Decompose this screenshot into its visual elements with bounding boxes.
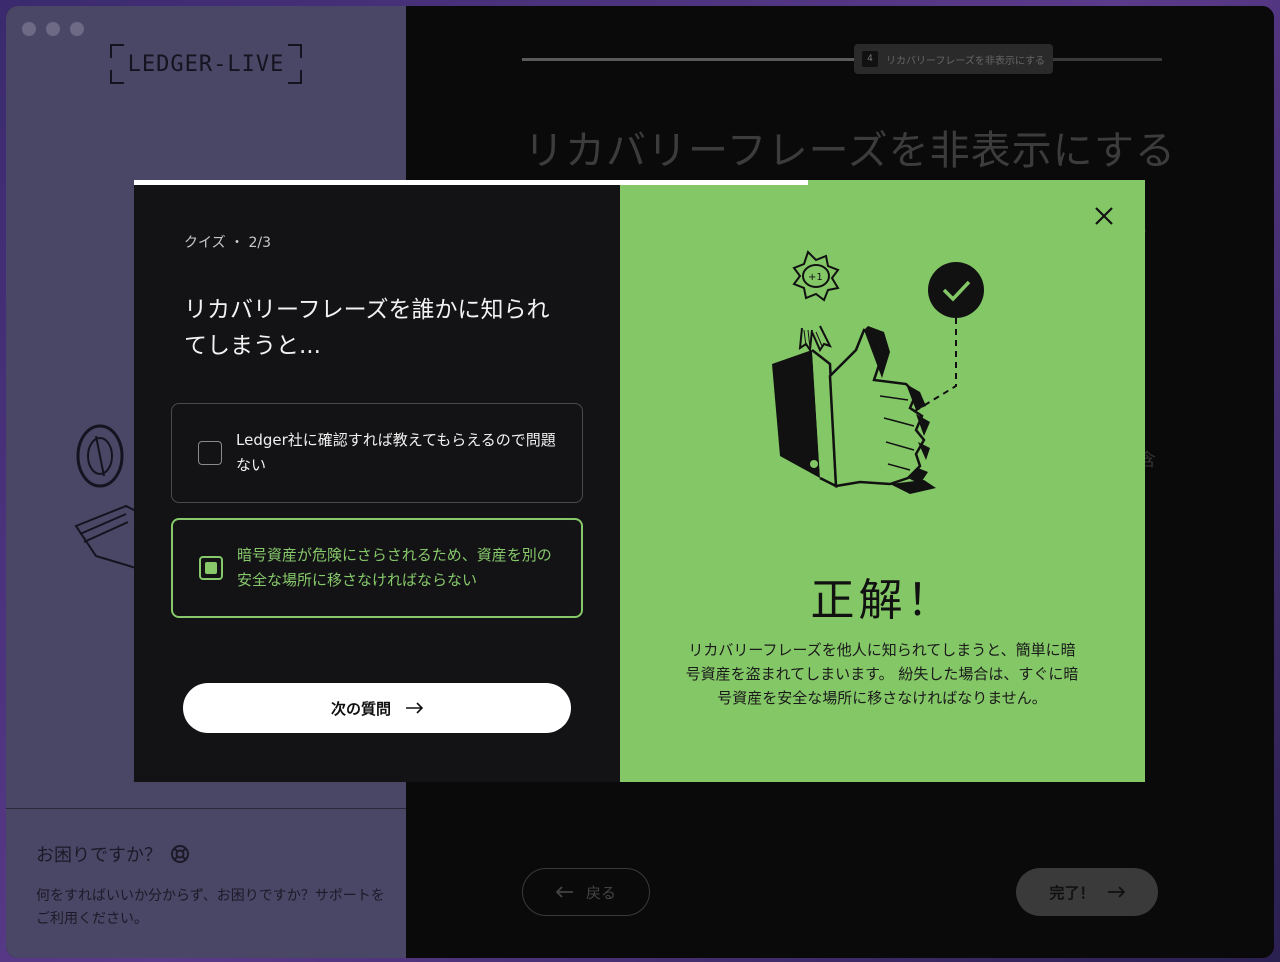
done-button[interactable]: 完了！ [1016, 868, 1158, 916]
result-panel: +1 正解！ リカバリーフレーズを他人に知られてしまうと、簡単に暗号資産を盗まれ… [620, 180, 1145, 782]
arrow-right-icon [1107, 886, 1125, 898]
quiz-option-2[interactable]: 暗号資産が危険にさらされるため、資産を別の安全な場所に移さなければならない [171, 518, 583, 618]
option-checkbox-checked[interactable] [199, 556, 223, 580]
step-number: 4 [862, 51, 878, 67]
window-controls [22, 22, 84, 36]
logo-text: LEDGER-LIVE [127, 51, 285, 77]
back-label: 戻る [585, 883, 616, 902]
quiz-counter: クイズ ・ 2/3 [184, 235, 272, 251]
page-title: リカバリーフレーズを非表示にする [524, 128, 1176, 174]
result-title: 正解！ [810, 575, 955, 626]
onboarding-progress [522, 58, 1162, 61]
next-question-button[interactable]: 次の質問 [183, 683, 571, 733]
quiz-modal: クイズ ・ 2/3 リカバリーフレーズを誰かに知られてしまうと... Ledge… [134, 180, 1145, 782]
quiz-question: リカバリーフレーズを誰かに知られてしまうと... [184, 297, 550, 359]
help-title[interactable]: お困りですか？ [36, 841, 376, 867]
award-badge-text: +1 [808, 272, 823, 283]
option-text: 暗号資産が危険にさらされるため、資産を別の安全な場所に移さなければならない [237, 546, 552, 589]
quiz-progress-bar [134, 180, 809, 185]
result-explanation: リカバリーフレーズを他人に知られてしまうと、簡単に暗号資産を盗まれてしまいます。… [685, 641, 1079, 707]
quiz-panel: クイズ ・ 2/3 リカバリーフレーズを誰かに知られてしまうと... Ledge… [134, 180, 620, 782]
check-circle-icon [928, 262, 984, 318]
quiz-option-1[interactable]: Ledger社に確認すれば教えてもらえるので問題ない [171, 403, 583, 503]
step-badge: 4 リカバリーフレーズを非表示にする [854, 44, 1053, 74]
help-section: お困りですか？ 何をすればいいか分からず、お困りですか？サポートをご利用ください… [6, 808, 406, 958]
option-checkbox[interactable] [198, 441, 222, 465]
step-label: リカバリーフレーズを非表示にする [886, 55, 1045, 67]
close-window-button[interactable] [22, 22, 36, 36]
option-text: Ledger社に確認すれば教えてもらえるので問題ない [236, 431, 556, 474]
thumbs-up-illustration-icon: +1 [772, 250, 984, 494]
help-ring-icon [171, 845, 189, 863]
close-button[interactable] [1090, 202, 1118, 230]
arrow-left-icon [555, 886, 573, 898]
minimize-window-button[interactable] [46, 22, 60, 36]
help-text: 何をすればいいか分からず、お困りですか？サポートをご利用ください。 [36, 888, 385, 927]
back-button[interactable]: 戻る [522, 868, 650, 916]
close-icon [1095, 207, 1113, 225]
next-label: 次の質問 [330, 699, 391, 718]
done-label: 完了！ [1049, 883, 1095, 902]
arrow-right-icon [406, 702, 423, 714]
ledger-live-logo: LEDGER-LIVE [110, 44, 302, 84]
zoom-window-button[interactable] [70, 22, 84, 36]
